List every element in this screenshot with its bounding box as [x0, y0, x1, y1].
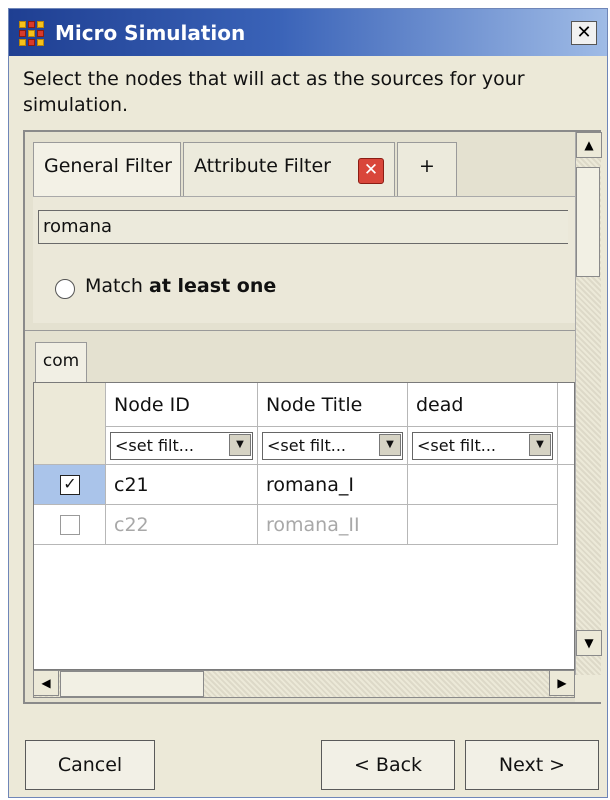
filter-panel: General Filter Attribute Filter ✕ + roma… — [23, 130, 602, 704]
table-cell-dead[interactable] — [408, 465, 558, 505]
back-button[interactable]: < Back — [321, 740, 455, 790]
scrollbar-corner — [575, 675, 601, 702]
chevron-down-icon[interactable]: ▼ — [229, 434, 251, 456]
cancel-button[interactable]: Cancel — [25, 740, 155, 790]
row-checkbox[interactable] — [60, 515, 80, 535]
scroll-up-arrow-icon[interactable]: ▲ — [576, 132, 602, 158]
close-window-button[interactable]: ✕ — [571, 21, 597, 45]
close-tab-icon[interactable]: ✕ — [358, 158, 384, 184]
chevron-down-icon[interactable]: ▼ — [379, 434, 401, 456]
match-radio-label: Match at least one — [85, 275, 276, 297]
table-cell-node-id[interactable]: c22 — [106, 505, 258, 545]
column-header-overflow — [558, 383, 574, 427]
column-header-node-id[interactable]: Node ID — [106, 383, 258, 427]
chevron-down-icon[interactable]: ▼ — [529, 434, 551, 456]
subtab-strip — [25, 330, 575, 375]
row-select-cell[interactable]: ✓ — [34, 465, 106, 505]
table-cell-dead[interactable] — [408, 505, 558, 545]
table-cell-node-title[interactable]: romana_I — [258, 465, 408, 505]
row-checkbox[interactable]: ✓ — [60, 475, 80, 495]
tab-general-filter[interactable]: General Filter — [33, 142, 181, 200]
search-input[interactable]: romana — [38, 210, 568, 244]
scroll-down-arrow-icon[interactable]: ▼ — [576, 630, 602, 656]
horizontal-scroll-thumb[interactable] — [60, 671, 204, 697]
match-radio-label-bold: at least one — [149, 275, 277, 297]
row-select-cell[interactable] — [34, 505, 106, 545]
tab-attribute-filter-label: Attribute Filter — [194, 155, 331, 177]
column-header-node-title[interactable]: Node Title — [258, 383, 408, 427]
node-table: Node ID Node Title dead <set filt... ▼ <… — [33, 382, 575, 670]
tab-add-label: + — [419, 155, 435, 177]
column-header-dead[interactable]: dead — [408, 383, 558, 427]
vertical-scroll-thumb[interactable] — [576, 167, 600, 277]
match-radio-label-prefix: Match — [85, 275, 150, 297]
vertical-scrollbar[interactable]: ▲ ▼ — [575, 132, 602, 675]
node-title-filter[interactable]: <set filt... ▼ — [258, 427, 408, 465]
scroll-right-arrow-icon[interactable]: ▶ — [549, 670, 575, 696]
node-id-filter[interactable]: <set filt... ▼ — [106, 427, 258, 465]
tab-add[interactable]: + — [397, 142, 457, 196]
dead-filter[interactable]: <set filt... ▼ — [408, 427, 558, 465]
subtab-com[interactable]: com — [35, 342, 87, 382]
horizontal-scrollbar[interactable]: ◀ ▶ — [33, 670, 575, 698]
instruction-text: Select the nodes that will act as the so… — [23, 68, 525, 116]
window-title: Micro Simulation — [55, 21, 246, 45]
grid-app-icon — [19, 21, 45, 47]
micro-simulation-dialog: Micro Simulation ✕ Select the nodes that… — [8, 8, 608, 798]
scroll-left-arrow-icon[interactable]: ◀ — [33, 670, 59, 696]
table-cell-node-id[interactable]: c21 — [106, 465, 258, 505]
match-at-least-one-radio[interactable] — [55, 279, 75, 299]
filter-overflow — [558, 427, 574, 465]
next-button[interactable]: Next > — [465, 740, 599, 790]
table-cell-node-title[interactable]: romana_II — [258, 505, 408, 545]
tab-general-filter-label: General Filter — [44, 155, 172, 177]
table-corner-header — [34, 383, 106, 465]
title-bar: Micro Simulation ✕ — [9, 9, 607, 56]
